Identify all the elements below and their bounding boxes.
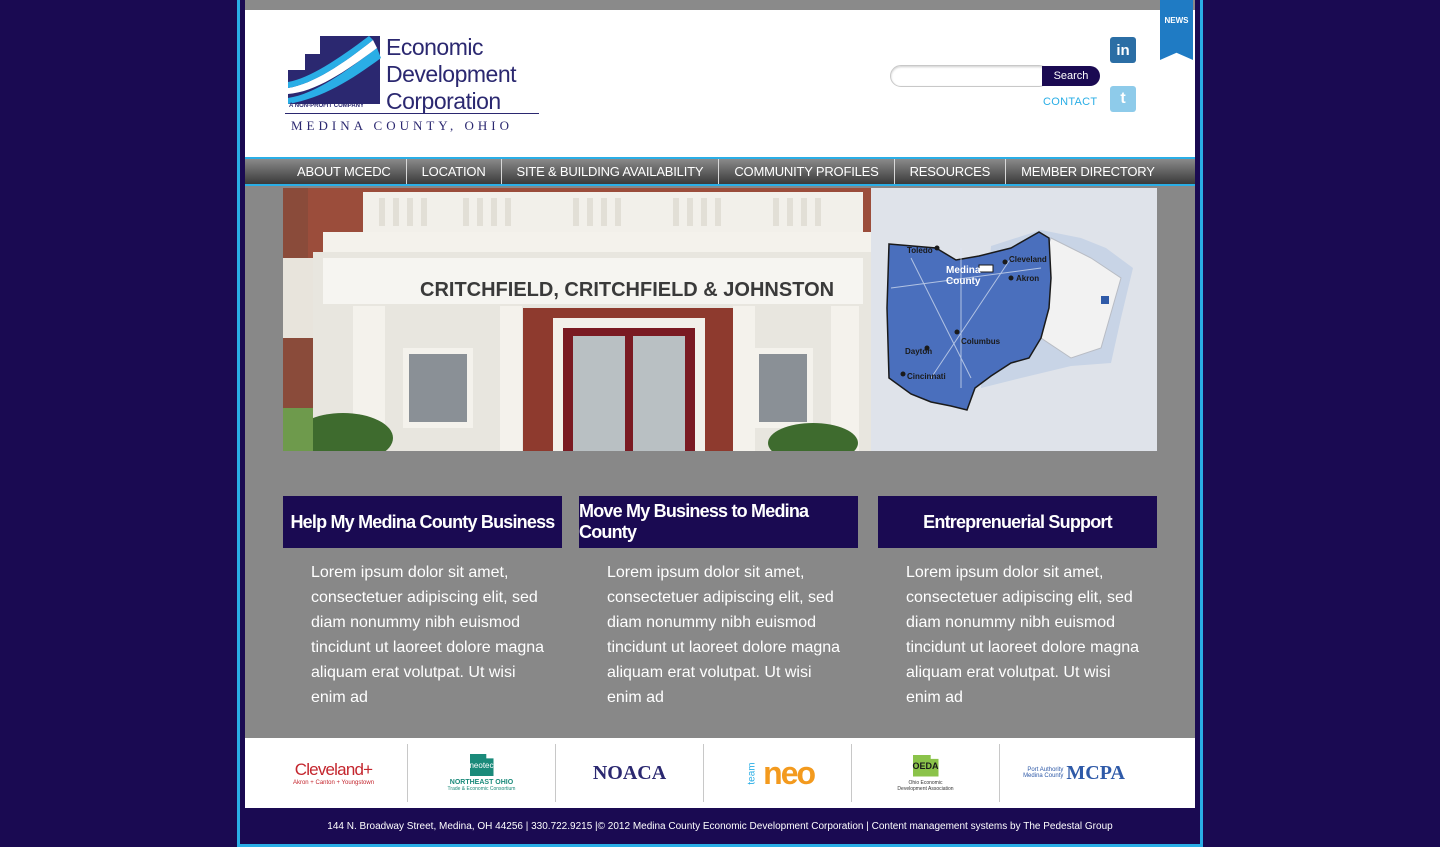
neotec-ohio-icon: neotec bbox=[469, 754, 494, 776]
map-label-medina: Medina bbox=[946, 265, 981, 276]
mcpa-subtext-2: Medina County bbox=[1023, 773, 1064, 779]
top-strip bbox=[245, 0, 1195, 10]
map-label-cincinnati: Cincinnati bbox=[907, 372, 946, 381]
neotec-subtext-2: Trade & Economic Consortium bbox=[447, 786, 516, 792]
card-move-business: Move My Business to Medina County Lorem … bbox=[579, 496, 858, 710]
building-photo: CRITCHFIELD, CRITCHFIELD & JOHNSTON bbox=[283, 188, 871, 451]
hero-banner: CRITCHFIELD, CRITCHFIELD & JOHNSTON Tole… bbox=[283, 188, 1157, 451]
news-ribbon-tab[interactable]: NEWS bbox=[1160, 0, 1193, 60]
map-label-akron: Akron bbox=[1016, 274, 1039, 283]
contact-link[interactable]: CONTACT bbox=[1043, 96, 1097, 108]
team-neo-team-text: team bbox=[746, 761, 758, 785]
search-input[interactable] bbox=[890, 65, 1050, 87]
logo-wordmark: Economic Development Corporation bbox=[386, 34, 517, 115]
card-title-move-business[interactable]: Move My Business to Medina County bbox=[579, 496, 858, 548]
linkedin-glyph: in bbox=[1116, 41, 1130, 59]
partner-logos-bar: Cleveland+ Akron + Canton + Youngstown n… bbox=[245, 738, 1195, 808]
map-label-toledo: Toledo bbox=[907, 246, 933, 255]
oeda-subtext-2: Development Association bbox=[897, 785, 954, 792]
map-label-county: County bbox=[946, 276, 981, 287]
logo-line-3: Corporation bbox=[386, 88, 501, 114]
partner-noaca[interactable]: NOACA bbox=[556, 744, 704, 802]
card-body-help-business: Lorem ipsum dolor sit amet, consectetuer… bbox=[311, 564, 545, 706]
card-help-business: Help My Medina County Business Lorem ips… bbox=[283, 496, 562, 710]
cleveland-plus-subtext: Akron + Canton + Youngstown bbox=[292, 780, 375, 786]
nav-item-location[interactable]: LOCATION bbox=[407, 159, 502, 184]
building-illustration-icon: CRITCHFIELD, CRITCHFIELD & JOHNSTON bbox=[283, 188, 871, 451]
partner-neotec[interactable]: neotec NORTHEAST OHIO Trade & Economic C… bbox=[408, 744, 556, 802]
search-button[interactable]: Search bbox=[1042, 66, 1100, 86]
nav-item-community-profiles[interactable]: COMMUNITY PROFILES bbox=[719, 159, 895, 184]
ohio-map: Toledo Cleveland Akron Columbus Dayton C… bbox=[871, 188, 1157, 451]
card-title-help-business[interactable]: Help My Medina County Business bbox=[283, 496, 562, 548]
nav-item-site-building[interactable]: SITE & BUILDING AVAILABILITY bbox=[502, 159, 720, 184]
neotec-subtext: NORTHEAST OHIO bbox=[449, 779, 514, 786]
logo-line-1: Economic bbox=[386, 34, 483, 60]
mcpa-logo-text: MCPA bbox=[1066, 761, 1125, 784]
card-title-entrepreneurial[interactable]: Entreprenuerial Support bbox=[878, 496, 1157, 548]
ohio-location-map-icon: Toledo Cleveland Akron Columbus Dayton C… bbox=[871, 188, 1157, 451]
card-body-move-business: Lorem ipsum dolor sit amet, consectetuer… bbox=[607, 564, 841, 706]
linkedin-icon[interactable]: in bbox=[1110, 37, 1136, 63]
logo-divider bbox=[285, 113, 539, 114]
logo-line-2: Development bbox=[386, 61, 517, 87]
main-content: CRITCHFIELD, CRITCHFIELD & JOHNSTON Tole… bbox=[245, 186, 1195, 738]
partner-oeda[interactable]: OEDA Ohio Economic Development Associati… bbox=[852, 744, 1000, 802]
building-sign-text: CRITCHFIELD, CRITCHFIELD & JOHNSTON bbox=[420, 279, 834, 301]
twitter-glyph: t bbox=[1120, 90, 1126, 107]
partner-cleveland-plus[interactable]: Cleveland+ Akron + Canton + Youngstown bbox=[260, 744, 408, 802]
map-label-cleveland: Cleveland bbox=[1009, 255, 1047, 264]
cleveland-plus-logo-text: Cleveland+ bbox=[294, 760, 373, 779]
nav-item-resources[interactable]: RESOURCES bbox=[895, 159, 1007, 184]
oeda-ohio-icon: OEDA bbox=[912, 754, 939, 777]
nav-item-member-directory[interactable]: MEMBER DIRECTORY bbox=[1006, 159, 1170, 184]
logo-county: MEDINA COUNTY, OHIO bbox=[291, 118, 514, 133]
site-header: Economic Development Corporation A NON-P… bbox=[245, 10, 1195, 157]
team-neo-neo-text: neo bbox=[763, 754, 816, 791]
logo-mark-icon bbox=[288, 36, 381, 104]
site-logo[interactable]: Economic Development Corporation A NON-P… bbox=[285, 32, 545, 142]
map-label-columbus: Columbus bbox=[961, 337, 1001, 346]
card-body-entrepreneurial: Lorem ipsum dolor sit amet, consectetuer… bbox=[906, 564, 1140, 706]
logo-nonprofit-tag: A NON-PROFIT COMPANY bbox=[289, 103, 364, 109]
main-nav: ABOUT MCEDC LOCATION SITE & BUILDING AVA… bbox=[245, 157, 1195, 186]
card-entrepreneurial: Entreprenuerial Support Lorem ipsum dolo… bbox=[878, 496, 1157, 710]
map-label-dayton: Dayton bbox=[905, 347, 932, 356]
noaca-logo-text: NOACA bbox=[592, 761, 667, 784]
nav-item-about[interactable]: ABOUT MCEDC bbox=[245, 159, 407, 184]
partner-team-neo[interactable]: team neo bbox=[704, 744, 852, 802]
partner-mcpa[interactable]: Port Authority Medina County MCPA bbox=[1000, 744, 1148, 802]
site-footer: 144 N. Broadway Street, Medina, OH 44256… bbox=[327, 821, 1113, 832]
twitter-icon[interactable]: t bbox=[1110, 86, 1136, 112]
